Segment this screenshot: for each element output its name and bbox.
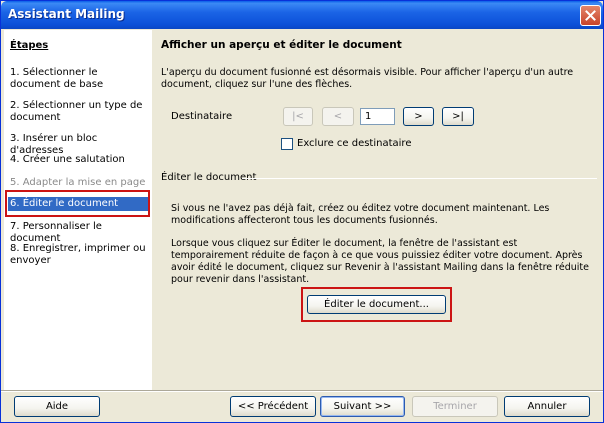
title-bar: Assistant Mailing bbox=[1, 1, 603, 29]
recipient-label: Destinataire bbox=[171, 111, 233, 122]
step-select-document-type[interactable]: 2. Sélectionner un type de document bbox=[10, 100, 148, 124]
previous-recipient-button[interactable]: < bbox=[322, 107, 354, 126]
step-adjust-layout: 5. Adapter la mise en page bbox=[10, 177, 146, 188]
next-button[interactable]: Suivant >> bbox=[320, 396, 405, 417]
close-icon bbox=[585, 10, 596, 21]
cancel-button[interactable]: Annuler bbox=[504, 396, 590, 417]
page-title: Afficher un aperçu et éditer le document bbox=[161, 39, 402, 51]
next-recipient-button[interactable]: > bbox=[403, 107, 434, 126]
edit-description-2: Lorsque vous cliquez sur Éditer le docum… bbox=[171, 238, 589, 285]
step-create-salutation[interactable]: 4. Créer une salutation bbox=[10, 154, 148, 166]
window-title: Assistant Mailing bbox=[8, 7, 125, 21]
close-button[interactable] bbox=[580, 5, 601, 26]
edit-description-1: Si vous ne l'avez pas déjà fait, créez o… bbox=[171, 203, 550, 226]
edit-document-button[interactable]: Éditer le document... bbox=[307, 295, 446, 314]
step-save-print-send[interactable]: 8. Enregistrer, imprimer ou envoyer bbox=[10, 243, 148, 267]
mailing-wizard-dialog: Assistant Mailing Étapes 1. Sélectionner… bbox=[0, 0, 604, 423]
previous-button[interactable]: << Précédent bbox=[230, 396, 316, 417]
preview-description: L'aperçu du document fusionné est désorm… bbox=[161, 67, 574, 90]
footer-separator bbox=[1, 390, 603, 392]
help-button[interactable]: Aide bbox=[14, 396, 100, 417]
exclude-recipient-checkbox[interactable] bbox=[281, 138, 293, 150]
steps-title: Étapes bbox=[10, 40, 49, 51]
steps-sidebar: Étapes 1. Sélectionner le document de ba… bbox=[4, 30, 152, 391]
step-select-base-document[interactable]: 1. Sélectionner le document de base bbox=[10, 67, 148, 91]
main-panel: Afficher un aperçu et éditer le document… bbox=[153, 30, 601, 391]
step-personalize-document[interactable]: 7. Personnaliser le document bbox=[10, 221, 148, 245]
last-recipient-button[interactable]: >| bbox=[442, 107, 474, 126]
exclude-recipient-label[interactable]: Exclure ce destinataire bbox=[297, 138, 411, 149]
finish-button[interactable]: Terminer bbox=[412, 396, 498, 417]
highlight-annotation-box bbox=[5, 190, 150, 217]
recipient-number-input[interactable] bbox=[360, 108, 395, 125]
first-recipient-button[interactable]: |< bbox=[283, 107, 313, 126]
section-divider bbox=[242, 178, 597, 179]
